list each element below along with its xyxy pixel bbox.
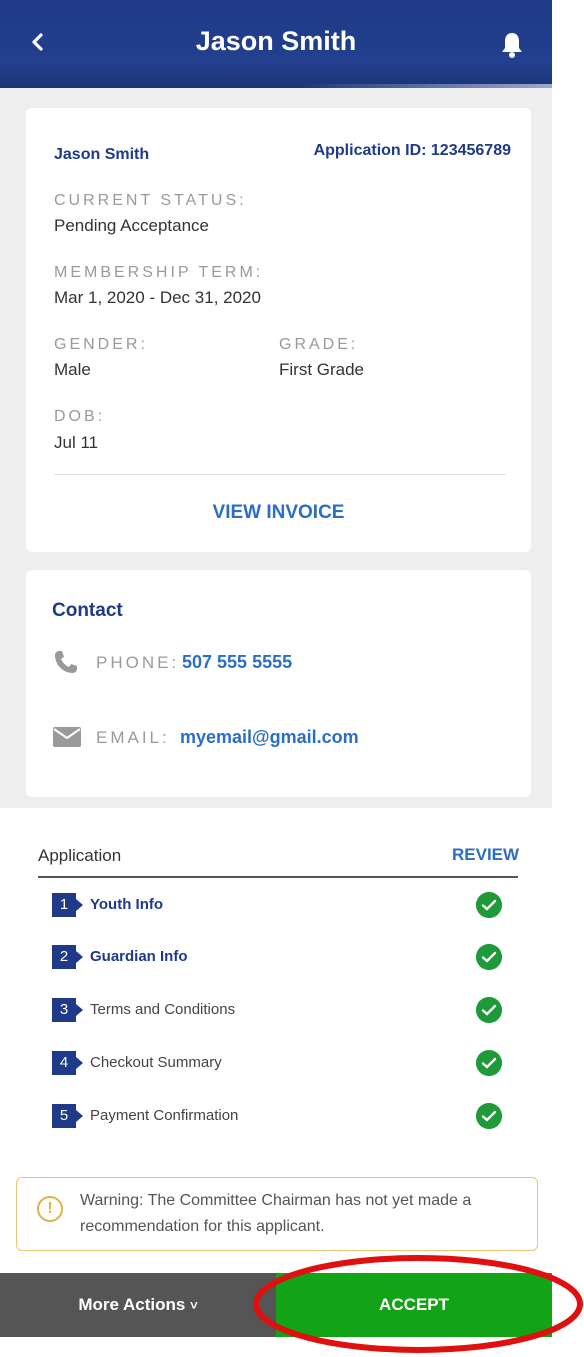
- step-guardian-info[interactable]: 2 Guardian Info: [52, 944, 522, 971]
- dob-label: DOB:: [54, 408, 106, 425]
- warning-icon: !: [37, 1196, 63, 1222]
- gender-label: GENDER:: [54, 336, 148, 353]
- current-status-label: CURRENT STATUS:: [54, 192, 247, 209]
- step-terms-and-conditions[interactable]: 3 Terms and Conditions: [52, 997, 522, 1024]
- step-label[interactable]: Terms and Conditions: [90, 1001, 235, 1018]
- divider: [54, 474, 506, 475]
- check-circle-icon: [476, 1050, 502, 1076]
- warning-banner: ! Warning: The Committee Chairman has no…: [16, 1177, 538, 1251]
- check-circle-icon: [476, 997, 502, 1023]
- step-label[interactable]: Youth Info: [90, 896, 163, 913]
- step-number-badge: 5: [52, 1104, 83, 1128]
- section-divider: [38, 876, 518, 878]
- dob-value: Jul 11: [54, 433, 99, 452]
- grade-label: GRADE:: [279, 336, 359, 353]
- check-circle-icon: [476, 892, 502, 918]
- contact-heading: Contact: [52, 600, 123, 621]
- step-checkout-summary[interactable]: 4 Checkout Summary: [52, 1050, 522, 1077]
- bell-icon: [502, 33, 522, 58]
- more-actions-label: More Actions: [78, 1295, 186, 1314]
- check-circle-icon: [476, 1103, 502, 1129]
- application-id: Application ID: 123456789: [313, 142, 511, 159]
- chevron-down-icon: ˅: [190, 1298, 198, 1313]
- step-youth-info[interactable]: 1 Youth Info: [52, 892, 522, 919]
- contact-card: Contact PHONE: 507 555 5555 EMAIL: myema…: [26, 570, 531, 797]
- phone-icon: [55, 651, 77, 673]
- warning-text: Warning: The Committee Chairman has not …: [80, 1192, 472, 1235]
- top-app-bar: Jason Smith: [0, 0, 552, 88]
- check-circle-icon: [476, 944, 502, 970]
- phone-link[interactable]: 507 555 5555: [182, 652, 292, 673]
- review-link[interactable]: REVIEW: [452, 845, 519, 865]
- email-link[interactable]: myemail@gmail.com: [180, 727, 359, 748]
- notifications-button[interactable]: [498, 30, 526, 60]
- applicant-name: Jason Smith: [54, 146, 150, 163]
- applicant-card: Jason Smith Application ID: 123456789 CU…: [26, 108, 531, 552]
- view-invoice-link[interactable]: VIEW INVOICE: [26, 502, 531, 524]
- grade-value: First Grade: [279, 360, 365, 379]
- gender-value: Male: [54, 360, 91, 379]
- membership-term-label: MEMBERSHIP TERM:: [54, 264, 264, 281]
- phone-label: PHONE:: [96, 653, 180, 672]
- step-label[interactable]: Payment Confirmation: [90, 1107, 238, 1124]
- step-number-badge: 3: [52, 998, 83, 1022]
- application-heading: Application: [38, 846, 122, 865]
- bottom-action-bar: More Actions ˅ ACCEPT: [0, 1273, 552, 1337]
- current-status-value: Pending Acceptance: [54, 216, 210, 235]
- more-actions-button[interactable]: More Actions ˅: [0, 1273, 276, 1337]
- membership-term-value: Mar 1, 2020 - Dec 31, 2020: [54, 288, 261, 307]
- step-payment-confirmation[interactable]: 5 Payment Confirmation: [52, 1103, 522, 1130]
- email-label: EMAIL:: [96, 728, 170, 747]
- step-number-badge: 2: [52, 945, 83, 969]
- accept-button[interactable]: ACCEPT: [276, 1273, 552, 1337]
- step-label[interactable]: Checkout Summary: [90, 1054, 222, 1071]
- step-label[interactable]: Guardian Info: [90, 948, 188, 965]
- step-number-badge: 1: [52, 893, 83, 917]
- mail-icon: [53, 727, 81, 747]
- step-number-badge: 4: [52, 1051, 83, 1075]
- page-title: Jason Smith: [195, 26, 357, 56]
